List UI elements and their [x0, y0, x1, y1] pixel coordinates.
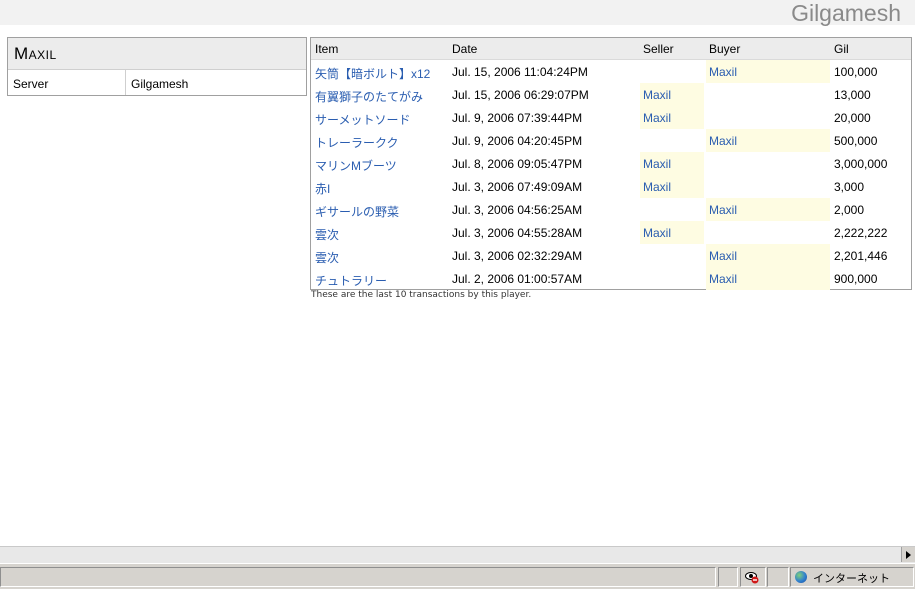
seller-link[interactable]: Maxil	[643, 157, 671, 171]
item-link[interactable]: 赤I	[315, 180, 330, 197]
gil-cell: 3,000,000	[834, 157, 888, 171]
item-link[interactable]: 雲次	[315, 249, 339, 266]
gil-cell: 13,000	[834, 88, 871, 102]
seller-link[interactable]: Maxil	[643, 180, 671, 194]
buyer-link[interactable]: Maxil	[709, 249, 737, 263]
buyer-link[interactable]: Maxil	[709, 134, 737, 148]
table-row: チュトラリー Jul. 2, 2006 01:00:57AM Maxil 900,00…	[311, 267, 911, 290]
table-row: 赤I Jul. 3, 2006 07:49:09AM Maxil 3,000	[311, 175, 911, 198]
date-cell: Jul. 2, 2006 01:00:57AM	[452, 272, 583, 286]
profile-value-server: Gilgamesh	[131, 77, 189, 91]
privacy-eye-icon	[745, 572, 759, 584]
table-row: 矢筒【暗ボルト】x12 Jul. 15, 2006 11:04:24PM Maxil…	[311, 60, 911, 83]
buyer-cell-bg	[706, 175, 830, 198]
seller-cell-bg	[640, 244, 704, 267]
seller-cell-bg	[640, 129, 704, 152]
buyer-cell-bg	[706, 106, 830, 129]
gil-cell: 500,000	[834, 134, 878, 148]
status-pane-progress	[718, 567, 738, 587]
player-name: Maxil	[14, 44, 57, 63]
column-header-item: Item	[315, 42, 339, 56]
seller-cell-bg	[640, 60, 704, 83]
table-row: 有翼獅子のたてがみ Jul. 15, 2006 06:29:07PM Maxil 13…	[311, 83, 911, 106]
date-cell: Jul. 9, 2006 07:39:44PM	[452, 111, 583, 125]
item-link[interactable]: チュトラリー	[315, 272, 387, 289]
date-cell: Jul. 3, 2006 07:49:09AM	[452, 180, 583, 194]
item-link[interactable]: 雲次	[315, 226, 339, 243]
seller-cell-bg	[640, 198, 704, 221]
gil-cell: 2,000	[834, 203, 865, 217]
transactions-footnote: These are the last 10 transactions by th…	[311, 290, 532, 300]
item-link[interactable]: マリンMブーツ	[315, 157, 397, 174]
gil-cell: 3,000	[834, 180, 865, 194]
date-cell: Jul. 8, 2006 09:05:47PM	[452, 157, 583, 171]
seller-link[interactable]: Maxil	[643, 88, 671, 102]
date-cell: Jul. 3, 2006 04:56:25AM	[452, 203, 583, 217]
buyer-cell-bg	[706, 83, 830, 106]
top-banner: Gilgamesh	[0, 0, 915, 26]
buyer-cell-bg	[706, 221, 830, 244]
item-link[interactable]: ギサールの野菜	[315, 203, 399, 220]
globe-icon	[795, 571, 807, 583]
horizontal-scrollbar[interactable]	[0, 546, 915, 563]
table-row: サーメットソード Jul. 9, 2006 07:39:44PM Maxil 20,0…	[311, 106, 911, 129]
buyer-link[interactable]: Maxil	[709, 272, 737, 286]
table-row: トレーラークク Jul. 9, 2006 04:20:45PM Maxil 500,0…	[311, 129, 911, 152]
gil-cell: 900,000	[834, 272, 878, 286]
profile-label-server: Server	[13, 77, 49, 91]
date-cell: Jul. 3, 2006 02:32:29AM	[452, 249, 583, 263]
buyer-cell-bg	[706, 152, 830, 175]
column-header-date: Date	[452, 42, 478, 56]
status-pane-privacy[interactable]	[740, 567, 766, 587]
item-link[interactable]: トレーラークク	[315, 134, 399, 151]
status-pane-zone[interactable]: インターネット	[790, 567, 914, 587]
item-link[interactable]: 矢筒【暗ボルト】x12	[315, 65, 430, 82]
table-header: Item Date Seller Buyer Gil	[311, 38, 911, 60]
seller-link[interactable]: Maxil	[643, 226, 671, 240]
table-row: 雲次 Jul. 3, 2006 02:32:29AM Maxil 2,201,446	[311, 244, 911, 267]
column-header-buyer: Buyer	[709, 42, 741, 56]
profile-header: Maxil	[8, 38, 306, 70]
transactions-table: Item Date Seller Buyer Gil 矢筒【暗ボルト】x12 Ju…	[310, 37, 912, 290]
item-link[interactable]: 有翼獅子のたてがみ	[315, 88, 423, 105]
profile-row-server: Server Gilgamesh	[8, 70, 306, 95]
buyer-link[interactable]: Maxil	[709, 65, 737, 79]
seller-link[interactable]: Maxil	[643, 111, 671, 125]
column-divider	[125, 70, 126, 95]
security-zone-label: インターネット	[813, 573, 890, 585]
date-cell: Jul. 15, 2006 11:04:24PM	[452, 65, 588, 79]
date-cell: Jul. 15, 2006 06:29:07PM	[452, 88, 589, 102]
table-row: ギサールの野菜 Jul. 3, 2006 04:56:25AM Maxil 2,000	[311, 198, 911, 221]
date-cell: Jul. 9, 2006 04:20:45PM	[452, 134, 583, 148]
gil-cell: 20,000	[834, 111, 871, 125]
buyer-link[interactable]: Maxil	[709, 203, 737, 217]
gil-cell: 2,201,446	[834, 249, 888, 263]
status-bar: インターネット	[0, 563, 915, 589]
server-title: Gilgamesh	[791, 0, 901, 26]
table-row: 雲次 Jul. 3, 2006 04:55:28AM Maxil 2,222,222	[311, 221, 911, 244]
gil-cell: 100,000	[834, 65, 878, 79]
date-cell: Jul. 3, 2006 04:55:28AM	[452, 226, 583, 240]
status-pane-empty	[767, 567, 789, 587]
status-text-pane	[0, 567, 716, 587]
seller-cell-bg	[640, 267, 704, 290]
gil-cell: 2,222,222	[834, 226, 888, 240]
column-header-gil: Gil	[834, 42, 849, 56]
scroll-right-arrow-icon[interactable]	[901, 547, 915, 562]
column-header-seller: Seller	[643, 42, 674, 56]
player-profile-box: Maxil Server Gilgamesh	[7, 37, 307, 96]
table-row: マリンMブーツ Jul. 8, 2006 09:05:47PM Maxil 3,000…	[311, 152, 911, 175]
item-link[interactable]: サーメットソード	[315, 111, 411, 128]
